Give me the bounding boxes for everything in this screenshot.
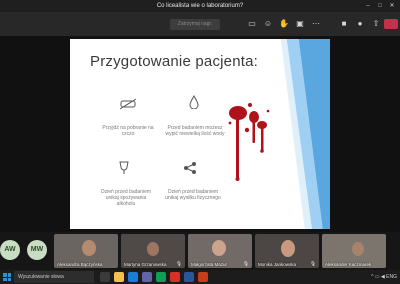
window-controls: – □ ✕ bbox=[362, 0, 398, 12]
chrome-icon[interactable] bbox=[170, 272, 180, 282]
presentation-slide: Przygotowanie pacjenta: Przyjdź na pobra… bbox=[70, 39, 330, 229]
avatar[interactable]: AW bbox=[0, 240, 20, 260]
raise-hand-icon[interactable]: ✋ bbox=[278, 18, 290, 30]
shared-content-stage: Przygotowanie pacjenta: Przyjdź na pobra… bbox=[0, 36, 400, 232]
participant-video bbox=[147, 242, 159, 256]
mic-off-icon: 🎙 bbox=[176, 261, 182, 266]
leave-button[interactable] bbox=[384, 19, 398, 29]
meeting-toolbar: Zatrzymaj nagr. ▭ ☺ ✋ ▣ ⋯ ■ ● ⇧ bbox=[0, 12, 400, 36]
mic-off-icon: 🎙 bbox=[310, 261, 316, 266]
window-title: Co licealista wie o laboratorium? bbox=[156, 3, 244, 9]
task-view-icon[interactable] bbox=[100, 272, 110, 282]
share-icon[interactable]: ⇧ bbox=[370, 18, 382, 30]
window-titlebar: Co licealista wie o laboratorium? – □ ✕ bbox=[0, 0, 400, 12]
water-drop-icon bbox=[189, 95, 199, 109]
slide-item-text: Dzień przed badaniem unikaj spożywania a… bbox=[100, 189, 152, 207]
participant-video bbox=[281, 240, 295, 257]
system-tray[interactable]: ^ ▭ ◀ ENG bbox=[371, 270, 397, 284]
participant-name: Aleksandra Bączyńska bbox=[57, 262, 103, 267]
teams-icon[interactable] bbox=[142, 272, 152, 282]
excel-icon[interactable] bbox=[156, 272, 166, 282]
file-explorer-icon[interactable] bbox=[114, 272, 124, 282]
participant-video bbox=[82, 240, 96, 256]
participant-name: Martyna Grzanowska bbox=[124, 262, 167, 267]
blood-drip-image bbox=[228, 103, 270, 181]
mic-icon[interactable]: ● bbox=[354, 18, 366, 30]
more-icon[interactable]: ⋯ bbox=[310, 18, 322, 30]
powerpoint-icon[interactable] bbox=[198, 272, 208, 282]
participant-video bbox=[212, 240, 226, 256]
chat-icon[interactable]: ▭ bbox=[246, 18, 258, 30]
mail-icon[interactable] bbox=[128, 272, 138, 282]
mic-off-icon: 🎙 bbox=[243, 261, 249, 266]
maximize-icon[interactable]: □ bbox=[374, 0, 386, 12]
participant-video-tile[interactable]: Martyna Grzanowska 🎙 bbox=[121, 234, 185, 268]
participant-name: Monika Jankowska bbox=[258, 262, 297, 267]
breakout-icon[interactable]: ▣ bbox=[294, 18, 306, 30]
participant-name: Aleksander Kaczmarek bbox=[325, 262, 372, 267]
avatar[interactable]: MW bbox=[27, 240, 47, 260]
windows-start-icon[interactable] bbox=[3, 273, 11, 281]
camera-icon[interactable]: ■ bbox=[338, 18, 350, 30]
slide-item-text: Przyjdź na pobranie na czczo bbox=[102, 125, 154, 137]
word-icon[interactable] bbox=[184, 272, 194, 282]
slide-item-text: Przed badaniem możesz wypić niewielką il… bbox=[165, 125, 225, 137]
participant-video-tile[interactable]: Monika Jankowska 🎙 bbox=[255, 234, 319, 268]
slide-item-text: Dzień przed badaniem unikaj wysiłku fizy… bbox=[165, 189, 221, 201]
participant-video-tile[interactable]: Małgorzata Mazur 🎙 bbox=[188, 234, 252, 268]
participant-name: Małgorzata Mazur bbox=[191, 262, 228, 267]
minimize-icon[interactable]: – bbox=[362, 0, 374, 12]
wine-glass-icon bbox=[119, 161, 129, 174]
participant-video-tile[interactable]: Aleksander Kaczmarek bbox=[322, 234, 386, 268]
network-icon bbox=[184, 162, 196, 174]
participant-video bbox=[352, 242, 364, 256]
close-icon[interactable]: ✕ bbox=[386, 0, 398, 12]
no-food-icon bbox=[119, 98, 137, 110]
windows-taskbar: Wyszukiwanie słowa ^ ▭ ◀ ENG bbox=[0, 270, 400, 284]
participants-icon[interactable]: ☺ bbox=[262, 18, 274, 30]
participant-strip: AW MW Aleksandra Bączyńska Martyna Grzan… bbox=[0, 232, 400, 270]
stop-recording-button[interactable]: Zatrzymaj nagr. bbox=[170, 19, 220, 30]
slide-title: Przygotowanie pacjenta: bbox=[90, 53, 259, 70]
taskbar-search-input[interactable]: Wyszukiwanie słowa bbox=[14, 271, 94, 283]
participant-video-tile[interactable]: Aleksandra Bączyńska bbox=[54, 234, 118, 268]
